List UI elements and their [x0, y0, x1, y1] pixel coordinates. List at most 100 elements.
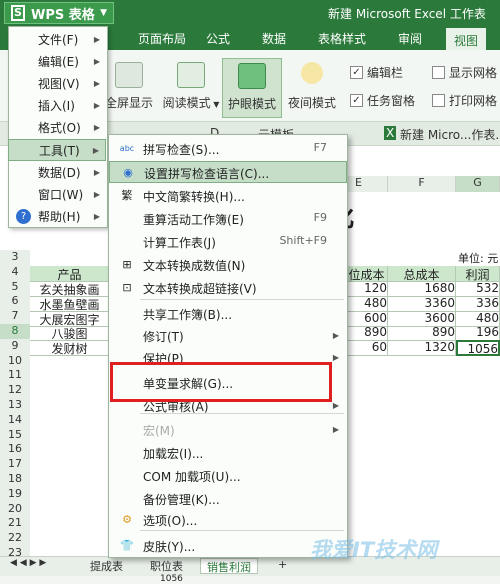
tools-menu-item-15[interactable]: 备份管理(K)...	[109, 488, 347, 510]
tools-menu-item-0[interactable]: abc 拼写检查(S)... F7	[109, 138, 347, 160]
cell-product[interactable]: 水墨鱼壁画	[30, 295, 110, 312]
sheet-nav-first-icon[interactable]: ◀ ◀ ▶ ▶	[4, 558, 52, 574]
cell-product[interactable]: 发财树	[30, 340, 110, 357]
cell-profit[interactable]: 532	[456, 281, 500, 297]
cell-profit[interactable]: 336	[456, 295, 500, 312]
formula-bar-checkbox[interactable]: ✓ 编辑栏	[350, 64, 403, 81]
row-header-5[interactable]: 5	[0, 279, 30, 296]
fullscreen-button[interactable]: 全屏显示	[104, 62, 154, 111]
sheet-tab-commission[interactable]: 提成表	[84, 558, 129, 574]
tab-table-style[interactable]: 表格样式	[318, 30, 366, 47]
tools-menu-item-5[interactable]: ⊞ 文本转换成数值(N)	[109, 254, 347, 276]
main-menu-item-7[interactable]: 窗口(W) ▶	[8, 183, 106, 205]
cell-product[interactable]: 玄关抽象画	[30, 281, 110, 297]
tab-data[interactable]: 数据	[262, 30, 286, 47]
main-menu-item-6[interactable]: 数据(D) ▶	[8, 161, 106, 183]
row-header-13[interactable]: 13	[0, 398, 30, 414]
tools-menu-item-16[interactable]: ⚙ 选项(O)...	[109, 509, 347, 531]
add-sheet-icon[interactable]: +	[272, 558, 293, 574]
language-globe-icon: ◉	[123, 166, 133, 179]
task-pane-checkbox[interactable]: ✓ 任务窗格	[350, 92, 415, 109]
tab-formulas[interactable]: 公式	[206, 30, 230, 47]
wps-menu-button[interactable]: S WPS 表格 ▼	[4, 2, 114, 24]
row-header-6[interactable]: 6	[0, 294, 30, 311]
tools-menu-item-12: 宏(M) ▶	[109, 419, 347, 441]
row-header-15[interactable]: 15	[0, 427, 30, 444]
header-cell-total-cost[interactable]: 总成本	[388, 266, 456, 282]
cell-profit[interactable]: 480	[456, 310, 500, 327]
row-header-3[interactable]: 3	[0, 250, 30, 266]
cell-total-cost[interactable]: 890	[388, 325, 456, 342]
cell-unit-cost[interactable]: 60	[346, 340, 388, 357]
tools-menu-item-6[interactable]: ⊡ 文本转换成超链接(V)	[109, 277, 347, 299]
tab-page-layout[interactable]: 页面布局	[138, 30, 186, 47]
row-header-12[interactable]: 12	[0, 383, 30, 400]
main-menu-item-8[interactable]: ? 帮助(H) ▶	[8, 206, 106, 228]
eye-protection-button[interactable]: 护眼模式	[222, 58, 282, 118]
row-header-14[interactable]: 14	[0, 412, 30, 429]
fullscreen-label: 全屏显示	[104, 96, 153, 110]
row-header-7[interactable]: 7	[0, 309, 30, 326]
tab-view[interactable]: 视图	[446, 28, 487, 50]
checkbox-empty-icon	[432, 66, 445, 79]
row-header-18[interactable]: 18	[0, 472, 30, 488]
cell-total-cost[interactable]: 1680	[388, 281, 456, 297]
tools-menu-item-8[interactable]: 修订(T) ▶	[109, 325, 347, 347]
cell-product[interactable]: 大展宏图字	[30, 310, 110, 327]
row-header-16[interactable]: 16	[0, 442, 30, 459]
tools-menu-label: COM 加载项(U)...	[143, 470, 241, 484]
sheet-tab-sales-profit[interactable]: 销售利润	[200, 558, 258, 574]
tools-menu-item-13[interactable]: 加载宏(I)...	[109, 442, 347, 464]
cell-profit[interactable]: 196	[456, 325, 500, 342]
unit-label: 单位: 元	[458, 252, 499, 265]
main-menu-item-3[interactable]: 插入(I) ▶	[8, 95, 106, 117]
header-cell-product[interactable]: 产品	[30, 266, 110, 282]
cell-unit-cost[interactable]: 890	[346, 325, 388, 342]
cell-product[interactable]: 八骏图	[30, 325, 110, 342]
tools-menu-label: 加载宏(I)...	[143, 447, 204, 461]
row-header-9[interactable]: 9	[0, 338, 30, 355]
row-header-4[interactable]: 4	[0, 264, 30, 281]
main-menu-item-2[interactable]: 视图(V) ▶	[8, 72, 106, 94]
header-cell-profit[interactable]: 利润	[456, 266, 500, 282]
main-menu-item-4[interactable]: 格式(O) ▶	[8, 117, 106, 139]
row-header-20[interactable]: 20	[0, 501, 30, 518]
main-menu-item-5[interactable]: 工具(T) ▶	[8, 139, 106, 161]
main-menu-item-0[interactable]: 文件(F) ▶	[8, 28, 106, 50]
sheet-tab-positions[interactable]: 职位表	[144, 558, 189, 574]
eye-protection-label: 护眼模式	[227, 97, 276, 111]
tab-review[interactable]: 审阅	[398, 30, 422, 47]
row-header-19[interactable]: 19	[0, 486, 30, 503]
row-header-21[interactable]: 21	[0, 516, 30, 533]
main-menu-item-1[interactable]: 编辑(E) ▶	[8, 50, 106, 72]
cell-total-cost[interactable]: 3360	[388, 295, 456, 312]
tools-menu-item-14[interactable]: COM 加载项(U)...	[109, 465, 347, 487]
row-header-8[interactable]: 8	[0, 324, 30, 340]
cell-total-cost[interactable]: 1320	[388, 340, 456, 357]
tools-menu-item-1[interactable]: ◉ 设置拼写检查语言(C)...	[109, 161, 347, 183]
night-mode-button[interactable]: 夜间模式	[286, 62, 338, 111]
print-grid-checkbox[interactable]: 打印网格	[432, 92, 497, 109]
doc-tab-new-workbook[interactable]: 新建 Micro...作表...	[400, 126, 500, 143]
tools-menu-item-3[interactable]: 重算活动工作簿(E) F9	[109, 208, 347, 230]
tools-menu-item-7[interactable]: 共享工作簿(B)...	[109, 303, 347, 325]
row-header-11[interactable]: 11	[0, 368, 30, 385]
tools-menu-label: 备份管理(K)...	[143, 493, 220, 507]
gear-icon: ⚙	[122, 513, 132, 526]
cell-unit-cost[interactable]: 600	[346, 310, 388, 327]
cell-unit-cost[interactable]: 480	[346, 295, 388, 312]
tools-menu-item-4[interactable]: 计算工作表(J) Shift+F9	[109, 231, 347, 253]
cell-profit[interactable]: 1056	[456, 340, 500, 357]
cell-total-cost[interactable]: 3600	[388, 310, 456, 327]
show-grid-checkbox[interactable]: 显示网格	[432, 64, 497, 81]
header-cell-unit-cost[interactable]: 位成本	[346, 266, 388, 282]
row-header-17[interactable]: 17	[0, 457, 30, 474]
column-header-f[interactable]: F	[388, 176, 456, 192]
column-header-g[interactable]: G	[456, 176, 500, 192]
reading-mode-button[interactable]: 阅读模式 ▼	[158, 62, 224, 111]
cell-unit-cost[interactable]: 120	[346, 281, 388, 297]
row-header-10[interactable]: 10	[0, 353, 30, 370]
main-menu-label: 窗口(W)	[38, 187, 84, 202]
tools-menu-item-2[interactable]: 繁中文简繁转换(H)...	[109, 185, 347, 207]
row-header-22[interactable]: 22	[0, 531, 30, 548]
